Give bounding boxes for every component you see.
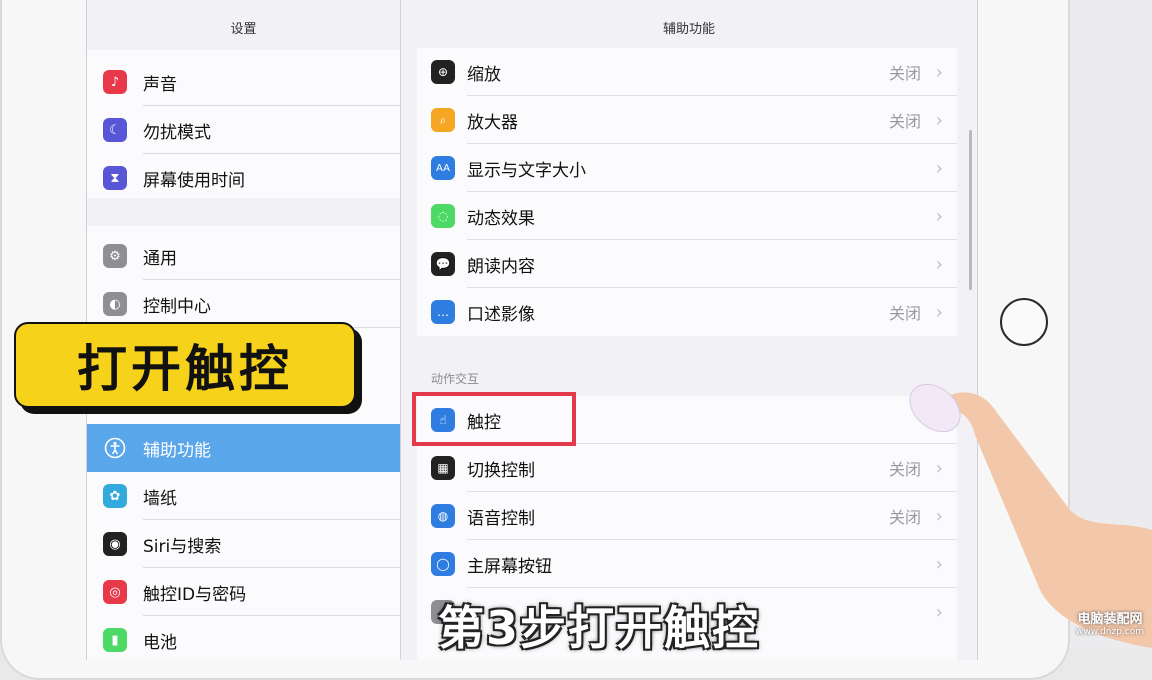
sidebar-item-label: 声音 [143, 74, 177, 95]
chevron-right-icon: › [935, 61, 943, 83]
chevron-right-icon: › [935, 205, 943, 227]
switch-control-icon: ▦ [431, 456, 455, 480]
battery-icon: ▮ [103, 628, 127, 652]
row-label: 切换控制 [467, 460, 535, 481]
chevron-right-icon: › [935, 301, 943, 323]
caption-banner: 打开触控 [14, 322, 356, 408]
caption-text: 打开触控 [77, 340, 293, 398]
row-display-text-size[interactable]: AA 显示与文字大小 › [417, 144, 957, 192]
row-value: 关闭 [888, 304, 921, 323]
row-value: 关闭 [888, 64, 921, 83]
sidebar-item-label: 电池 [143, 632, 177, 653]
accessibility-icon [103, 436, 127, 460]
row-magnifier[interactable]: ⌕ 放大器 关闭 › [417, 96, 957, 144]
row-label: 放大器 [467, 112, 518, 133]
row-label: 动态效果 [467, 208, 535, 229]
magnifier-icon: ⌕ [431, 108, 455, 132]
sidebar-item-touch-id[interactable]: ◎ 触控ID与密码 [87, 568, 400, 616]
fingerprint-icon: ◎ [103, 580, 127, 604]
siri-icon: ◉ [103, 532, 127, 556]
row-label: 缩放 [467, 64, 501, 85]
row-value: 关闭 [888, 112, 921, 131]
toggles-icon: ◐ [103, 292, 127, 316]
row-audio-descriptions[interactable]: … 口述影像 关闭 › [417, 288, 957, 336]
speaker-icon: ♪ [103, 70, 127, 94]
sidebar-item-control-center[interactable]: ◐ 控制中心 [87, 280, 400, 328]
speech-bubble-icon: 💬 [431, 252, 455, 276]
voice-control-icon: ◍ [431, 504, 455, 528]
sidebar-item-label: Siri与搜索 [143, 536, 222, 557]
chevron-right-icon: › [935, 253, 943, 275]
row-label: 口述影像 [467, 304, 535, 325]
motion-icon: ◌ [431, 204, 455, 228]
zoom-icon: ⊕ [431, 60, 455, 84]
sidebar-item-wallpaper[interactable]: ✿ 墙纸 [87, 472, 400, 520]
sidebar-item-label: 辅助功能 [143, 440, 211, 461]
home-button-icon: ◯ [431, 552, 455, 576]
flower-icon: ✿ [103, 484, 127, 508]
gear-icon: ⚙ [103, 244, 127, 268]
chevron-right-icon: › [935, 109, 943, 131]
audio-description-icon: … [431, 300, 455, 324]
sidebar-item-label: 墙纸 [143, 488, 177, 509]
highlight-box [412, 392, 576, 446]
sidebar-item-accessibility[interactable]: 辅助功能 [87, 424, 400, 472]
watermark-title: 电脑装配网 [1077, 612, 1143, 627]
home-button[interactable] [1000, 298, 1048, 346]
row-label: 主屏幕按钮 [467, 556, 552, 577]
sidebar-item-label: 勿扰模式 [143, 122, 211, 143]
chevron-right-icon: › [935, 157, 943, 179]
sidebar-item-screen-time[interactable]: ⧗ 屏幕使用时间 [87, 154, 400, 202]
sidebar-title: 设置 [230, 22, 257, 37]
row-home-button[interactable]: ◯ 主屏幕按钮 › [417, 540, 957, 588]
sidebar-item-do-not-disturb[interactable]: ☾ 勿扰模式 [87, 106, 400, 154]
row-zoom[interactable]: ⊕ 缩放 关闭 › [417, 48, 957, 96]
row-label: 朗读内容 [467, 256, 535, 277]
moon-icon: ☾ [103, 118, 127, 142]
sidebar-item-label: 触控ID与密码 [143, 584, 247, 605]
row-label: 语音控制 [467, 508, 535, 529]
text-size-icon: AA [431, 156, 455, 180]
detail-title: 辅助功能 [662, 22, 715, 37]
sidebar-item-general[interactable]: ⚙ 通用 [87, 232, 400, 280]
hourglass-icon: ⧗ [103, 166, 127, 190]
sidebar-item-battery[interactable]: ▮ 电池 [87, 616, 400, 660]
row-motion[interactable]: ◌ 动态效果 › [417, 192, 957, 240]
sidebar-item-label: 控制中心 [143, 296, 211, 317]
row-switch-control[interactable]: ▦ 切换控制 关闭 › [417, 444, 957, 492]
scroll-indicator[interactable] [969, 130, 972, 290]
watermark-url: www.dnzp.com [1075, 627, 1145, 637]
subtitle-step: 第3步打开触控 [438, 601, 761, 655]
watermark: 电脑装配网 www.dnzp.com [1070, 608, 1150, 637]
row-label: 显示与文字大小 [467, 160, 586, 181]
sidebar-item-label: 通用 [143, 248, 177, 269]
row-spoken-content[interactable]: 💬 朗读内容 › [417, 240, 957, 288]
section-header-interaction: 动作交互 [431, 372, 480, 386]
row-voice-control[interactable]: ◍ 语音控制 关闭 › [417, 492, 957, 540]
sidebar-item-label: 屏幕使用时间 [143, 170, 245, 191]
sidebar-item-sound[interactable]: ♪ 声音 [87, 58, 400, 106]
sidebar-item-siri[interactable]: ◉ Siri与搜索 [87, 520, 400, 568]
